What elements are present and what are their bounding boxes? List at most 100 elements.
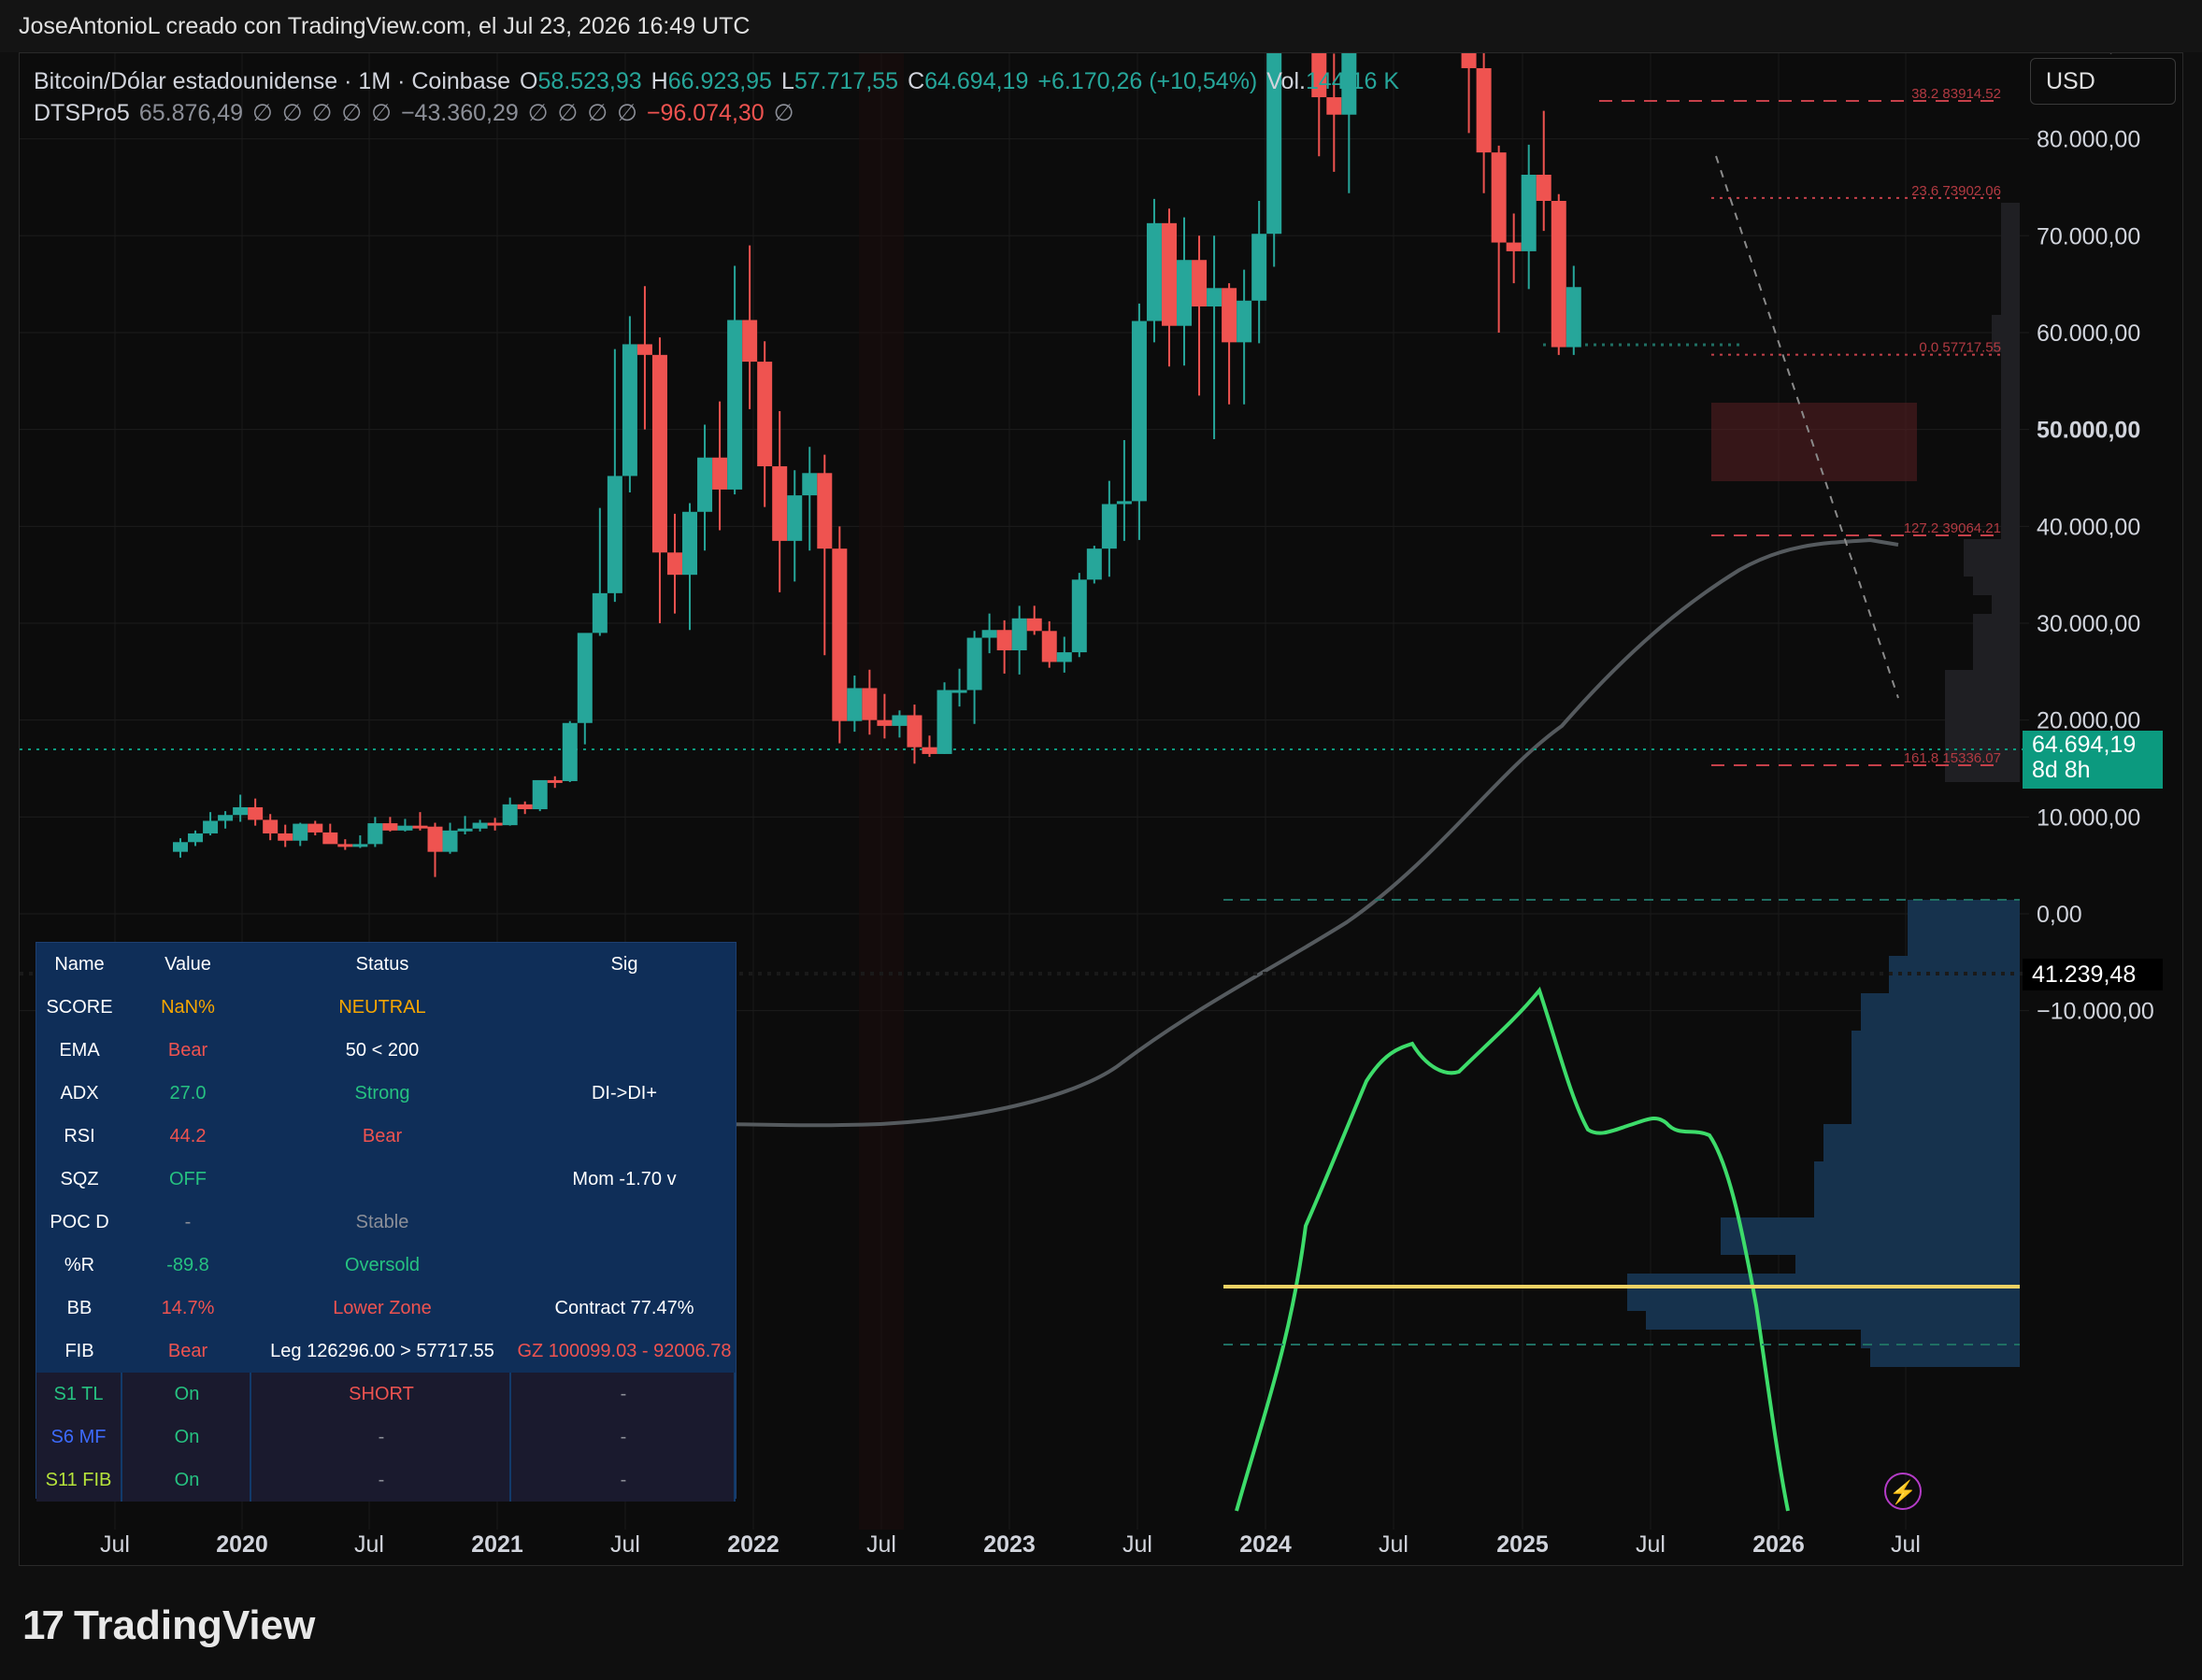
volume-profile-bar xyxy=(1908,937,2020,956)
volume-profile-bar xyxy=(1852,1049,2020,1068)
tradingview-brand: TradingView xyxy=(73,1602,316,1648)
candle-body xyxy=(1146,222,1162,321)
table-row: SCORE NaN% NEUTRAL xyxy=(36,986,736,1029)
open-value: 58.523,93 xyxy=(537,67,642,94)
table-cell xyxy=(513,1201,736,1244)
table-cell: Name xyxy=(54,954,105,975)
table-cell: Stable xyxy=(355,1212,409,1232)
candle xyxy=(1041,620,1057,668)
candle-body xyxy=(502,804,518,826)
candle xyxy=(1521,144,1537,290)
volume-profile-bar xyxy=(2001,520,2020,539)
candle xyxy=(218,811,234,829)
table-cell xyxy=(513,1244,736,1287)
candle-body xyxy=(1056,652,1072,662)
candle xyxy=(352,835,368,848)
table-cell: On xyxy=(124,1459,251,1502)
table-cell: BB xyxy=(66,1298,93,1318)
candle xyxy=(1161,208,1177,367)
lightning-icon[interactable]: ⚡ xyxy=(1884,1473,1922,1510)
table-row: ADX 27.0 Strong DI->DI+ xyxy=(36,1072,736,1115)
volume-profile-bar xyxy=(1852,1105,2020,1124)
candle-body xyxy=(727,320,743,490)
time-axis-label: 2020 xyxy=(216,1531,268,1558)
table-cell: SQZ xyxy=(60,1169,99,1189)
table-cell: OFF xyxy=(169,1169,207,1189)
symbol-label[interactable]: Bitcoin/Dólar estadounidense · 1M · Coin… xyxy=(34,68,510,95)
candle-body xyxy=(293,823,308,841)
candle xyxy=(1086,546,1102,584)
candle xyxy=(757,341,773,507)
time-axis-label: Jul xyxy=(1891,1531,1921,1558)
candle-body xyxy=(1237,300,1252,343)
table-row: POC D - Stable xyxy=(36,1201,736,1244)
candle-body xyxy=(951,690,967,693)
price-axis-label: 10.000,00 xyxy=(2037,804,2140,831)
candle-body xyxy=(937,690,952,754)
candle xyxy=(1222,283,1237,405)
candle xyxy=(1207,235,1223,440)
candle-body xyxy=(682,511,698,576)
price-axis-label: 0,00 xyxy=(2037,902,2082,928)
volume-profile-bar xyxy=(1973,614,2020,633)
candle-body xyxy=(832,548,848,721)
candle-body xyxy=(427,826,443,852)
legend-indicator-row: DTSPro5 65.876,49 ∅ ∅ ∅ ∅ ∅ −43.360,29 ∅… xyxy=(34,97,1399,129)
price-axis-label: 70.000,00 xyxy=(2037,223,2140,249)
change-value: +6.170,26 (+10,54%) xyxy=(1037,67,1258,94)
candle xyxy=(1506,213,1522,284)
close-label: C xyxy=(908,67,925,94)
volume-profile-bar xyxy=(1852,1031,2020,1049)
candle xyxy=(293,822,308,847)
volume-profile-bar xyxy=(2001,352,2020,371)
volume-profile-bar xyxy=(1814,1199,2020,1217)
oscillator-line xyxy=(1235,986,1790,1512)
indicator-value-3: −96.074,30 xyxy=(646,99,765,126)
high-value: 66.923,95 xyxy=(667,67,772,94)
volume-profile-bar xyxy=(2001,278,2020,296)
currency-selector[interactable]: USD xyxy=(2030,58,2176,105)
candle xyxy=(1056,636,1072,673)
candle-body xyxy=(248,806,264,820)
candle-body xyxy=(188,833,204,843)
table-cell: S6 MF xyxy=(36,1416,122,1459)
candle xyxy=(772,410,788,592)
candle-body xyxy=(412,825,428,829)
time-axis-label: 2024 xyxy=(1239,1531,1292,1558)
candle-body xyxy=(1491,152,1507,243)
candle xyxy=(502,797,518,826)
indicator-value-1: 65.876,49 xyxy=(138,99,244,126)
tradingview-logo[interactable]: 17 TradingView xyxy=(22,1598,315,1654)
table-cell: 27.0 xyxy=(169,1083,207,1103)
candle-body xyxy=(757,362,773,467)
candle xyxy=(412,812,428,831)
candle-body xyxy=(996,630,1012,651)
table-cell: Contract 77.47% xyxy=(554,1298,694,1318)
volume-profile-bar xyxy=(1945,670,2020,689)
candle xyxy=(307,820,323,836)
time-axis-label: Jul xyxy=(1122,1531,1152,1558)
volume-profile-bar xyxy=(1964,539,2020,558)
candle xyxy=(442,822,458,854)
candle-body xyxy=(697,457,713,512)
candle-body xyxy=(577,633,593,723)
candle xyxy=(1177,217,1193,366)
time-axis-label: Jul xyxy=(1379,1531,1408,1558)
session-highlight-band xyxy=(859,53,904,1530)
table-row: RSI 44.2 Bear xyxy=(36,1115,736,1158)
candle-body xyxy=(367,823,383,845)
candle-body xyxy=(517,804,533,810)
candle-body xyxy=(442,830,458,852)
indicator-name[interactable]: DTSPro5 xyxy=(34,100,130,127)
candle xyxy=(1116,440,1132,541)
table-cell xyxy=(513,986,736,1029)
candle xyxy=(922,735,937,758)
candle xyxy=(367,817,383,847)
volume-profile-bar xyxy=(1992,315,2020,334)
candle xyxy=(278,824,293,847)
candle-body xyxy=(922,747,937,754)
candle-body xyxy=(263,819,279,833)
candle-body xyxy=(1251,234,1267,301)
null-glyph: ∅ xyxy=(587,100,608,126)
candle-body xyxy=(1536,174,1551,201)
